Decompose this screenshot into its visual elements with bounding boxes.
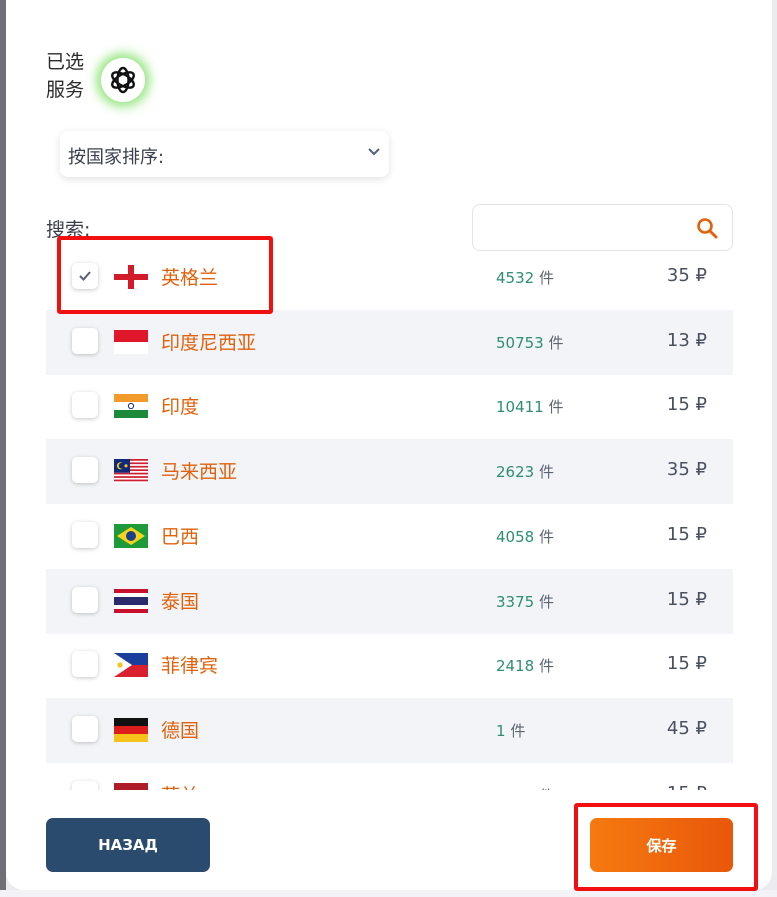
- stock-count: 10411 件: [496, 396, 564, 417]
- stock-count: 2623 件: [496, 461, 554, 482]
- price: 15 ₽: [667, 783, 707, 790]
- stock-count-value: 50753: [496, 333, 544, 352]
- price: 15 ₽: [666, 653, 707, 675]
- country-checkbox[interactable]: [72, 521, 98, 548]
- country-checkbox[interactable]: [72, 715, 98, 742]
- country-name: 马来西亚: [161, 461, 238, 484]
- country-checkbox[interactable]: [72, 780, 98, 790]
- stock-count-unit: 件: [534, 787, 554, 790]
- flag-indonesia-icon: [114, 329, 148, 354]
- country-checkbox[interactable]: [72, 457, 98, 484]
- country-list: 英格兰 4532 件 35 ₽ 印度尼西亚 50753 件 13 ₽ 印度 10411 件 15…: [46, 245, 733, 790]
- stock-count: 4058 件: [496, 526, 554, 547]
- country-name: 泰国: [161, 590, 200, 613]
- price: 45 ₽: [666, 717, 707, 739]
- stock-count-unit: 件: [534, 592, 554, 611]
- stock-count-unit: 件: [534, 657, 554, 676]
- country-name: 菲律宾: [161, 655, 219, 678]
- country-name: 印度尼西亚: [161, 331, 257, 354]
- chevron-down-icon: [368, 148, 380, 156]
- stock-count-value: 4058: [496, 527, 535, 546]
- stock-count-unit: 件: [534, 463, 554, 482]
- stock-count-unit: 件: [534, 269, 554, 287]
- price: 13 ₽: [666, 329, 707, 351]
- flag-philippines-icon: [114, 653, 148, 678]
- country-checkbox[interactable]: [72, 392, 98, 419]
- stock-count-unit: 件: [505, 721, 526, 740]
- country-row-indonesia[interactable]: 印度尼西亚 50753 件 13 ₽: [46, 309, 733, 375]
- country-row-brazil[interactable]: 巴西 4058 件 15 ₽: [46, 504, 733, 569]
- country-checkbox[interactable]: [72, 327, 98, 354]
- stock-count-value: 3375: [496, 592, 535, 611]
- openai-logo-icon: [101, 58, 145, 102]
- sort-select-label: 按国家排序:: [68, 147, 165, 168]
- flag-malaysia-icon: [114, 459, 148, 484]
- country-select-modal: 已选 服务 按国家排序: 搜索: 英格兰 4532 件 35 ₽ 印度尼西亚 50753…: [6, 0, 772, 890]
- stock-count: 2418 件: [496, 655, 554, 676]
- country-row-malaysia[interactable]: 马来西亚 2623 件 35 ₽: [46, 439, 733, 505]
- stock-count: 50753 件: [496, 332, 564, 353]
- sort-by-country-select[interactable]: 按国家排序:: [60, 131, 389, 177]
- stock-count: 3375 件: [496, 591, 554, 612]
- price: 15 ₽: [666, 394, 707, 416]
- selected-service-label: 已选 服务: [46, 51, 85, 101]
- country-name: 德国: [161, 719, 200, 742]
- country-row-germany[interactable]: 德国 1 件 45 ₽: [46, 697, 733, 763]
- country-row-thailand[interactable]: 泰国 3375 件 15 ₽: [46, 568, 733, 634]
- stock-count: 2113 件: [496, 785, 554, 790]
- stock-count-value: 2418: [496, 657, 535, 676]
- backdrop-strip: [0, 890, 777, 897]
- stock-count-unit: 件: [543, 333, 564, 352]
- country-name: 印度: [161, 396, 200, 419]
- flag-netherlands-icon: [114, 782, 148, 790]
- country-name: 巴西: [161, 525, 200, 548]
- flag-germany-icon: [114, 717, 148, 742]
- stock-count-unit: 件: [534, 527, 554, 546]
- flag-thailand-icon: [114, 588, 148, 613]
- country-checkbox[interactable]: [72, 586, 98, 613]
- country-checkbox[interactable]: [72, 651, 98, 678]
- flag-brazil-icon: [114, 523, 148, 548]
- search-icon[interactable]: [696, 217, 718, 239]
- highlight-box-save: [574, 803, 758, 891]
- country-row-philippines[interactable]: 菲律宾 2418 件 15 ₽: [46, 633, 733, 698]
- flag-india-icon: [114, 394, 148, 419]
- stock-count-value: 10411: [496, 398, 544, 417]
- price: 35 ₽: [666, 265, 707, 286]
- stock-count-value: 4532: [496, 269, 535, 287]
- highlight-box-england: [57, 236, 273, 314]
- price: 15 ₽: [666, 523, 707, 545]
- country-row-india[interactable]: 印度 10411 件 15 ₽: [46, 374, 733, 439]
- price: 35 ₽: [666, 459, 707, 481]
- country-name: 荷兰: [161, 781, 199, 790]
- stock-count-value: 1: [496, 721, 506, 740]
- stock-count-unit: 件: [543, 398, 564, 417]
- stock-count: 4532 件: [496, 267, 554, 288]
- stock-count-value: 2623: [496, 463, 535, 482]
- stock-count-value: 2113: [496, 787, 534, 790]
- country-row-netherlands[interactable]: 荷兰 2113 件 15 ₽: [46, 763, 733, 790]
- search-input[interactable]: [472, 204, 733, 251]
- back-button[interactable]: НАЗАД: [46, 818, 210, 872]
- stock-count: 1 件: [496, 720, 525, 741]
- price: 15 ₽: [666, 588, 707, 610]
